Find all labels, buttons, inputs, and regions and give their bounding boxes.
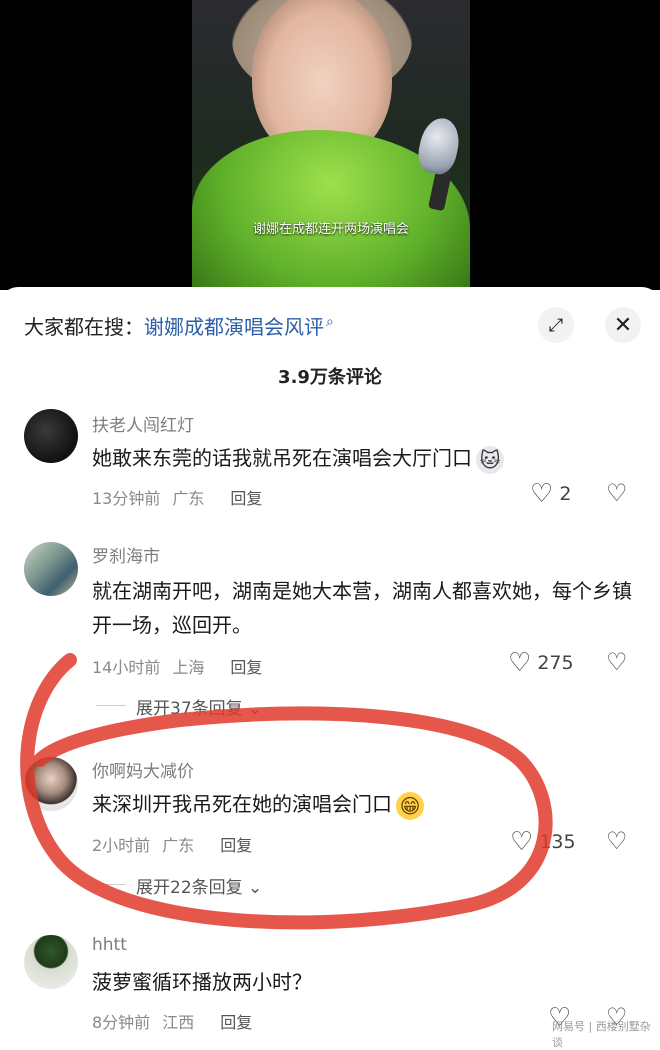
expand-replies-label: 展开37条回复 [136,699,243,719]
heart-icon: ♡ [508,648,532,678]
like-button[interactable]: ♡ 135 [510,829,576,855]
dislike-button[interactable]: ♡ [606,827,628,855]
dislike-button[interactable]: ♡ [606,479,628,507]
broken-heart-icon: ♡ [606,479,628,507]
close-icon: ✕ [613,312,633,338]
heart-icon: ♡ [530,479,554,509]
avatar[interactable] [24,757,78,811]
grin-face-icon: 😁 [396,791,424,820]
microphone-icon [414,114,464,178]
comment-time: 13分钟前 [92,489,161,508]
avatar[interactable] [24,409,78,463]
comment-meta: 13分钟前 广东 回复 [92,485,274,509]
video-player[interactable]: 谢娜在成都连开两场演唱会 [0,0,660,290]
reply-button[interactable]: 回复 [230,489,262,508]
chevron-down-icon: ⌄ [248,878,263,898]
dislike-button[interactable]: ♡ [606,648,628,676]
heart-icon: ♡ [510,827,534,857]
comment-username[interactable]: 扶老人闯红灯 [92,411,194,436]
comment-time: 14小时前 [92,658,161,677]
comment-meta: 8分钟前 江西 回复 [92,1009,264,1033]
comment-meta: 2小时前 广东 回复 [92,832,264,856]
video-frame: 谢娜在成都连开两场演唱会 [192,0,470,290]
expand-replies-button[interactable]: 展开22条回复 ⌄ [95,873,263,898]
comment-text: 菠萝蜜循环播放两小时？ [92,970,312,994]
comment-location: 广东 [162,836,195,855]
comment-time: 2小时前 [92,836,151,855]
broken-heart-icon: ♡ [606,648,628,676]
chevron-down-icon: ⌄ [248,699,263,719]
comment-location: 广东 [172,489,205,508]
search-icon: ⌕ [326,314,334,331]
comment-location: 上海 [172,658,205,677]
cat-face-icon: 🐱 [476,445,504,474]
watermark: 网易号 | 西楼别墅杂谈 [552,1020,651,1049]
comment-username[interactable]: 你啊妈大减价 [92,757,194,782]
close-button[interactable]: ✕ [605,307,641,343]
like-button[interactable]: ♡ 275 [508,650,574,676]
reply-button[interactable]: 回复 [230,658,262,677]
video-caption: 谢娜在成都连开两场演唱会 [252,222,409,237]
expand-replies-button[interactable]: 展开37条回复 ⌄ [95,694,263,719]
comment-text: 她敢来东莞的话我就吊死在演唱会大厅门口 🐱 [92,441,638,475]
comment-text: 来深圳开我吊死在她的演唱会门口 😁 [92,787,638,821]
comment-text: 就在湖南开吧，湖南是她大本营，湖南人都喜欢她，每个乡镇开一场，巡回开。 [92,579,632,637]
comment-location: 江西 [162,1013,195,1032]
search-prefix: 大家都在搜： [24,315,144,339]
like-count: 135 [539,831,576,853]
comment-time: 8分钟前 [92,1013,151,1032]
reply-button[interactable]: 回复 [220,836,252,855]
like-count: 2 [559,483,572,505]
expand-replies-label: 展开22条回复 [136,878,243,898]
comment-text-body: 来深圳开我吊死在她的演唱会门口 [92,792,392,816]
search-term-link[interactable]: 谢娜成都演唱会风评 [144,315,324,339]
avatar[interactable] [24,935,78,989]
comment-text-body: 她敢来东莞的话我就吊死在演唱会大厅门口 [92,446,472,470]
comment-username[interactable]: hhtt [92,935,127,955]
like-button[interactable]: ♡ 2 [530,481,571,507]
comment-count: 3.9万条评论 [278,367,382,388]
avatar[interactable] [24,542,78,596]
broken-heart-icon: ♡ [606,827,628,855]
comment-username[interactable]: 罗刹海市 [92,542,160,567]
search-suggestion[interactable]: 大家都在搜：谢娜成都演唱会风评 ⌕ [24,311,334,340]
reply-button[interactable]: 回复 [220,1013,252,1032]
expand-button[interactable]: ⤢ [538,307,574,343]
like-count: 275 [537,652,574,674]
expand-icon: ⤢ [548,314,564,336]
comment-meta: 14小时前 上海 回复 [92,654,274,678]
